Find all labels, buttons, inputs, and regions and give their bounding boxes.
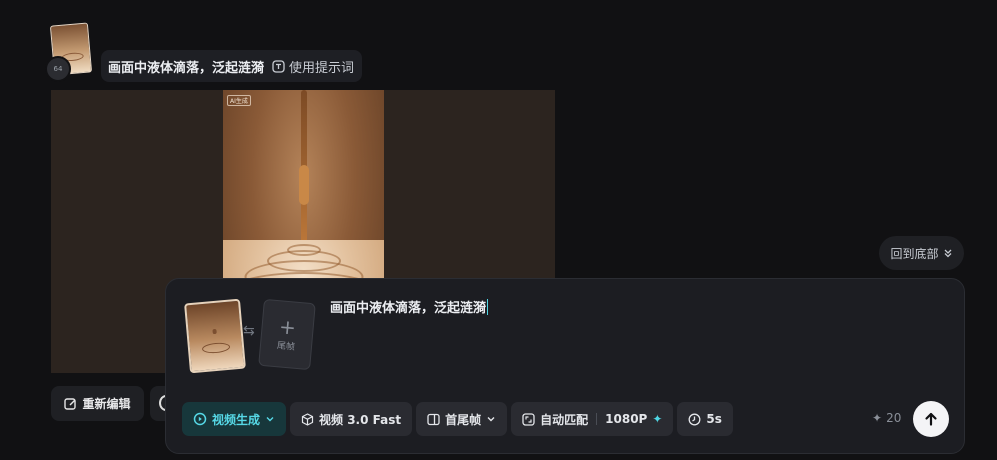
last-frame-label: 尾帧 [276,341,296,353]
reference-image-thumbnail[interactable]: 64 [45,22,93,82]
history-prompt-text: 画面中液体滴落，泛起涟漪 [108,60,265,76]
duration-selector[interactable]: 5s [677,402,733,436]
prompt-input-value: 画面中液体滴落，泛起涟漪 [330,301,487,316]
video-generate-icon [193,412,207,426]
aspect-ratio-icon [522,412,535,426]
mode-selector[interactable]: 视频生成 [182,402,287,436]
liquid-drop [299,165,309,205]
credits-cost: ✦ 20 [872,411,901,425]
arrow-up-icon [923,411,939,427]
edit-icon [64,397,77,410]
clock-icon [688,413,701,426]
frames-selector[interactable]: 首尾帧 [416,402,508,436]
composer-toolbar: 视频生成 视频 3.0 Fast 首尾帧 自动匹配 1080P ✦ 5s [182,402,733,436]
divider [596,413,598,425]
frames-label: 首尾帧 [445,412,482,427]
prompt-input[interactable]: 画面中液体滴落，泛起涟漪 [330,297,489,316]
text-caret [487,299,489,315]
credits-value: 20 [886,411,902,425]
use-prompt-label: 使用提示词 [289,60,355,76]
text-prompt-icon [272,59,285,73]
mode-label: 视频生成 [212,412,261,427]
ratio-resolution-selector[interactable]: 自动匹配 1080P ✦ [511,402,674,436]
reedit-button[interactable]: 重新编辑 [51,386,144,421]
resolution-label: 1080P [605,412,648,426]
back-to-bottom-label: 回到底部 [890,246,939,261]
thumbnail-badge: 64 [45,56,71,82]
ai-generated-watermark: AI生成 [227,95,251,106]
credit-sparkle-icon: ✦ [872,411,883,425]
swap-frames-icon[interactable]: ⇆ [243,323,255,339]
sparkle-icon: ✦ [652,412,663,426]
chevron-down-icon [486,414,496,424]
history-prompt-pill: 画面中液体滴落，泛起涟漪 使用提示词 [101,50,363,82]
frames-icon [427,413,440,426]
first-frame-image[interactable] [184,298,246,374]
send-button[interactable] [913,401,949,437]
use-prompt-button[interactable]: 使用提示词 [272,57,354,76]
reedit-label: 重新编辑 [82,397,131,411]
ratio-label: 自动匹配 [540,412,589,427]
model-selector[interactable]: 视频 3.0 Fast [290,402,413,436]
prompt-composer: ⇆ + 尾帧 画面中液体滴落，泛起涟漪 视频生成 视频 3.0 Fast 首尾帧 [165,278,965,454]
duration-label: 5s [706,412,722,426]
back-to-bottom-button[interactable]: 回到底部 [879,236,964,270]
cube-icon [301,412,314,426]
plus-icon: + [278,314,298,340]
last-frame-upload[interactable]: + 尾帧 [258,298,316,371]
model-label: 视频 3.0 Fast [319,412,402,427]
double-chevron-down-icon [943,248,953,258]
chevron-down-icon [265,414,275,424]
